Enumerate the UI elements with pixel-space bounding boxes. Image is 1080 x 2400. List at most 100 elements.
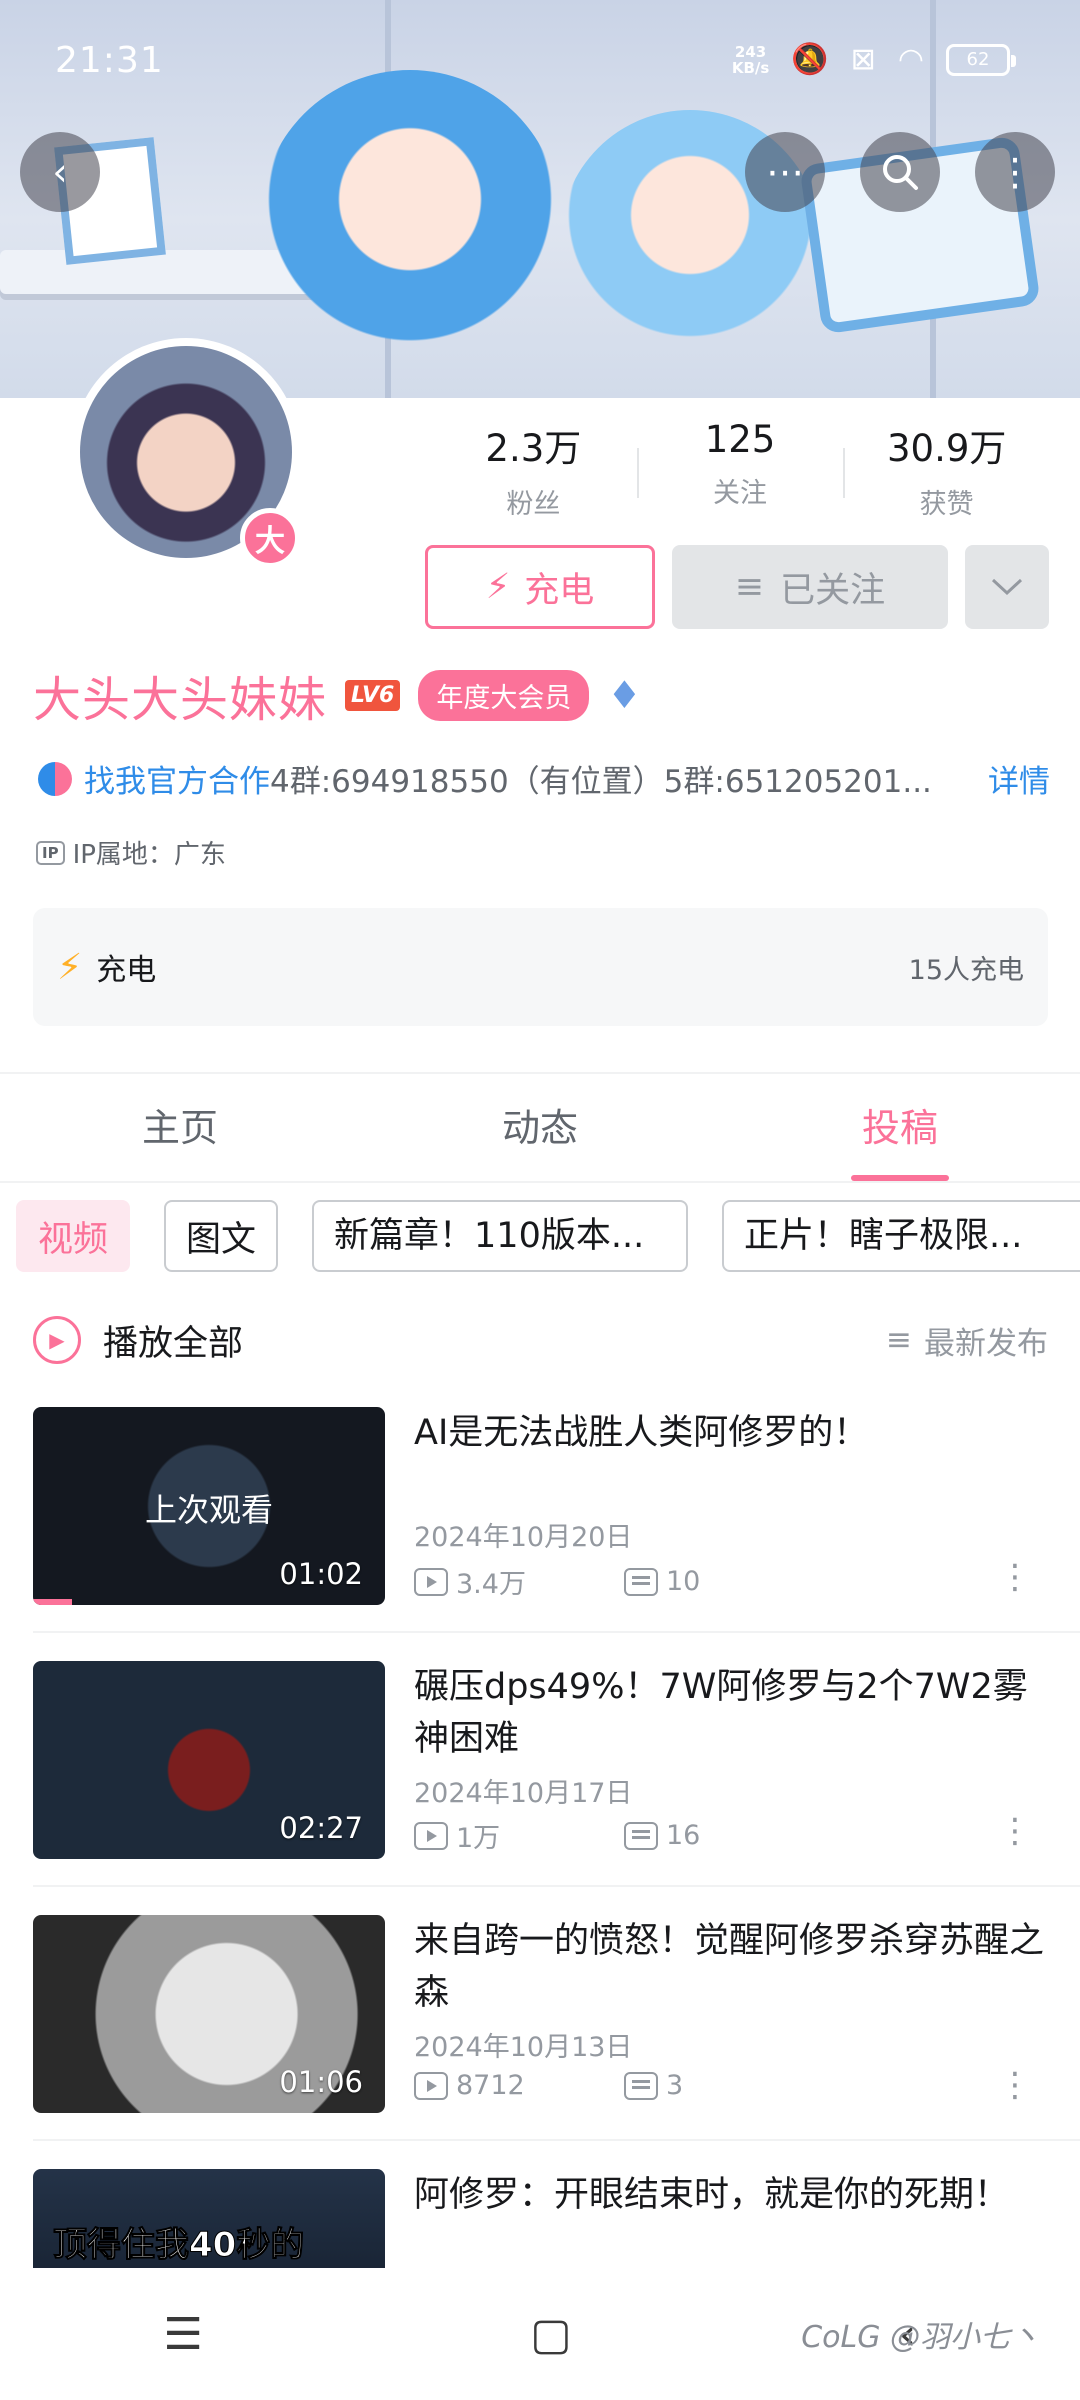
sort-button[interactable]: ≡ 最新发布	[886, 1318, 1048, 1363]
message-icon: ⋯	[766, 150, 804, 194]
net-speed: 243 KB/s	[732, 44, 769, 76]
view-count-value: 1万	[456, 1823, 501, 1854]
chip-collection[interactable]: 正片！瞎子极限...	[722, 1200, 1080, 1272]
more-vertical-icon[interactable]: ⋮	[998, 2068, 1032, 2102]
video-meta: 8712 3	[414, 2070, 683, 2101]
view-count: 8712	[414, 2070, 624, 2101]
avatar-badge: 大	[240, 508, 300, 568]
chip-video[interactable]: 视频	[16, 1200, 131, 1272]
video-item[interactable]: 02:27 碾压dps49%！7W阿修罗与2个7W2雾神困难 2024年10月1…	[33, 1661, 1048, 1861]
more-vertical-icon[interactable]: ⋮	[998, 1814, 1032, 1848]
danmaku-count-value: 16	[666, 1820, 701, 1851]
home-icon[interactable]: ▢	[530, 2309, 572, 2360]
stat-likes[interactable]: 30.9万 获赞	[843, 418, 1050, 528]
sim-x-icon: ⊠	[850, 42, 876, 77]
follow-dropdown-button[interactable]	[965, 545, 1049, 629]
stat-label: 关注	[713, 478, 767, 509]
content-filter-chips: 视频 图文 新篇章！110版本... 正片！瞎子极限...	[16, 1200, 1080, 1274]
bio-detail-link[interactable]: 详情	[988, 756, 1050, 801]
ip-location: IP IP属地：广东	[36, 834, 226, 871]
stat-value: 2.3万	[485, 427, 582, 470]
bio-row: 找我官方合作 4群:694918550（有位置）5群:651205201... …	[38, 756, 1050, 801]
stat-value: 125	[704, 418, 776, 461]
danmaku-icon	[624, 1821, 658, 1850]
section-divider	[0, 1072, 1080, 1074]
charge-card-title: 充电	[96, 953, 157, 988]
video-title: 碾压dps49%！7W阿修罗与2个7W2雾神困难	[414, 1667, 1028, 1759]
search-button[interactable]	[860, 132, 940, 212]
thumbnail-caption: 顶得住我40秒的	[52, 2225, 305, 2266]
more-button[interactable]: ⋮	[975, 132, 1055, 212]
medal-icon[interactable]: ♦	[607, 673, 641, 717]
bio-text: 4群:694918550（有位置）5群:651205201...	[270, 764, 932, 800]
tabs-divider	[0, 1181, 1080, 1183]
video-title: 来自跨一的愤怒！觉醒阿修罗杀穿苏醒之森	[414, 1921, 1045, 2013]
message-button[interactable]: ⋯	[745, 132, 825, 212]
stat-following[interactable]: 125 关注	[636, 418, 844, 528]
charge-count: 15人充电	[908, 954, 1024, 986]
level-badge: LV6	[345, 679, 401, 711]
status-bar: 21:31 243 KB/s 🔕 ⊠ ◠ 62	[0, 0, 1080, 120]
sort-label: 最新发布	[924, 1325, 1048, 1362]
status-icons: 243 KB/s 🔕 ⊠ ◠ 62	[732, 42, 1016, 77]
video-thumbnail[interactable]: 01:06	[33, 1915, 385, 2113]
more-vertical-icon[interactable]: ⋮	[998, 1560, 1032, 1594]
charge-button[interactable]: ⚡ 充电	[425, 545, 655, 629]
followed-button[interactable]: ≡ 已关注	[672, 545, 948, 629]
stat-value: 30.9万	[886, 427, 1007, 470]
chevron-down-icon	[991, 578, 1023, 596]
video-item[interactable]: 顶得住我40秒的 阿修罗：开眼结束时，就是你的死期！	[33, 2169, 1048, 2268]
cooperation-logo-icon	[38, 761, 72, 796]
play-all-row: ▶ 播放全部 ≡ 最新发布	[33, 1310, 1048, 1370]
last-watched-label: 上次观看	[144, 1491, 273, 1529]
video-item[interactable]: 上次观看 01:02 AI是无法战胜人类阿修罗的！ 2024年10月20日 3.…	[33, 1407, 1048, 1607]
video-thumbnail[interactable]: 02:27	[33, 1661, 385, 1859]
more-icon: ⋮	[996, 150, 1034, 194]
back-icon: ‹	[52, 150, 68, 194]
chip-collection[interactable]: 新篇章！110版本...	[312, 1200, 689, 1272]
video-duration: 01:06	[279, 2065, 363, 2099]
menu-icon[interactable]: ☰	[164, 2309, 203, 2360]
view-count-value: 3.4万	[456, 1569, 526, 1600]
video-date: 2024年10月13日	[414, 2032, 633, 2063]
lightning-icon: ⚡	[57, 946, 83, 988]
chip-image-text[interactable]: 图文	[164, 1200, 279, 1272]
watermark: CoLG @羽小七丶	[801, 2320, 1040, 2355]
battery-level: 62	[966, 49, 990, 70]
list-icon: ≡	[734, 567, 765, 607]
battery-icon: 62	[946, 43, 1016, 76]
bio-cooperation-link[interactable]: 找我官方合作	[84, 756, 270, 801]
stat-label: 获赞	[919, 489, 974, 520]
play-count-icon	[414, 2071, 448, 2100]
stat-label: 粉丝	[506, 489, 561, 520]
net-speed-unit: KB/s	[731, 58, 770, 77]
video-thumbnail[interactable]: 顶得住我40秒的	[33, 2169, 385, 2268]
tab-uploads[interactable]: 投稿	[720, 1075, 1080, 1181]
danmaku-count-value: 3	[666, 2070, 684, 2101]
vip-badge[interactable]: 年度大会员	[418, 669, 590, 721]
danmaku-icon	[624, 2071, 658, 2100]
stat-fans[interactable]: 2.3万 粉丝	[430, 418, 637, 528]
tab-home[interactable]: 主页	[0, 1075, 360, 1181]
net-speed-value: 243	[734, 42, 767, 61]
play-circle-icon[interactable]: ▶	[33, 1316, 81, 1364]
play-all-button[interactable]: 播放全部	[103, 1315, 886, 1366]
mute-bell-icon: 🔕	[791, 42, 829, 77]
video-item[interactable]: 01:06 来自跨一的愤怒！觉醒阿修罗杀穿苏醒之森 2024年10月13日 87…	[33, 1915, 1048, 2115]
charge-button-label: 充电	[524, 570, 595, 611]
video-thumbnail[interactable]: 上次观看 01:02	[33, 1407, 385, 1605]
video-date: 2024年10月20日	[414, 1522, 633, 1553]
watch-progress-bar	[33, 1599, 72, 1605]
list-divider	[33, 1885, 1080, 1887]
wifi-icon: ◠	[897, 42, 924, 77]
view-count-value: 8712	[456, 2070, 525, 2101]
video-meta: 3.4万 10	[414, 1562, 700, 1601]
list-divider	[33, 1631, 1080, 1633]
tab-dynamics[interactable]: 动态	[360, 1075, 720, 1181]
play-count-icon	[414, 1567, 448, 1596]
charge-card[interactable]: ⚡ 充电 15人充电	[33, 908, 1048, 1026]
search-icon	[883, 155, 918, 190]
danmaku-count: 16	[624, 1820, 700, 1851]
ip-location-text: IP属地：广东	[72, 840, 226, 870]
back-button[interactable]: ‹	[20, 132, 100, 212]
